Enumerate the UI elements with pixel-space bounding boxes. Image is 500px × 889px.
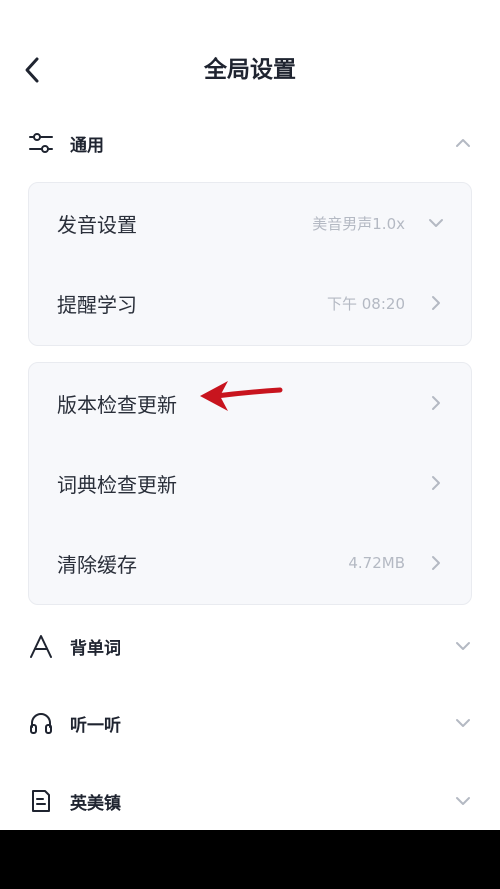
chevron-down-icon (427, 214, 445, 232)
section-town[interactable]: 英美镇 (0, 776, 500, 826)
row-clear-cache[interactable]: 清除缓存 4.72MB (29, 523, 471, 603)
row-value: 下午 08:20 (327, 294, 405, 313)
row-pronunciation-settings[interactable]: 发音设置 美音男声1.0x (29, 183, 471, 263)
chevron-down-icon (454, 714, 472, 732)
chevron-right-icon (427, 474, 445, 492)
chevron-down-icon (454, 792, 472, 810)
headphones-icon (28, 710, 54, 736)
letter-a-icon (28, 633, 54, 659)
chevron-right-icon (427, 294, 445, 312)
row-value: 4.72MB (348, 554, 405, 572)
section-listen-label: 听一听 (70, 715, 121, 736)
chevron-right-icon (427, 554, 445, 572)
chevron-up-icon (454, 134, 472, 152)
navigation-bar-area (0, 830, 500, 889)
sliders-icon (28, 130, 54, 156)
section-vocabulary[interactable]: 背单词 (0, 621, 500, 671)
chevron-right-icon (427, 394, 445, 412)
section-listen[interactable]: 听一听 (0, 698, 500, 748)
chevron-down-icon (454, 637, 472, 655)
row-label: 词典检查更新 (57, 472, 177, 497)
annotation-arrow-icon (200, 381, 283, 411)
row-label: 发音设置 (57, 212, 137, 237)
settings-screen: 全局设置 通用 发音设置 美音男声1.0x 提醒学习 下午 08:20 版本检查… (0, 0, 500, 830)
page-title: 全局设置 (204, 57, 296, 83)
document-icon (28, 788, 54, 814)
section-general[interactable]: 通用 (0, 118, 500, 168)
section-general-label: 通用 (70, 135, 104, 156)
row-study-reminder[interactable]: 提醒学习 下午 08:20 (29, 263, 471, 343)
row-value: 美音男声1.0x (312, 214, 405, 233)
section-town-label: 英美镇 (70, 793, 121, 814)
general-card-1: 发音设置 美音男声1.0x 提醒学习 下午 08:20 (28, 182, 472, 346)
row-label: 清除缓存 (57, 552, 137, 577)
section-vocabulary-label: 背单词 (70, 638, 121, 659)
row-label: 提醒学习 (57, 292, 137, 317)
header: 全局设置 (0, 40, 500, 100)
row-dictionary-update[interactable]: 词典检查更新 (29, 443, 471, 523)
row-label: 版本检查更新 (57, 392, 177, 417)
